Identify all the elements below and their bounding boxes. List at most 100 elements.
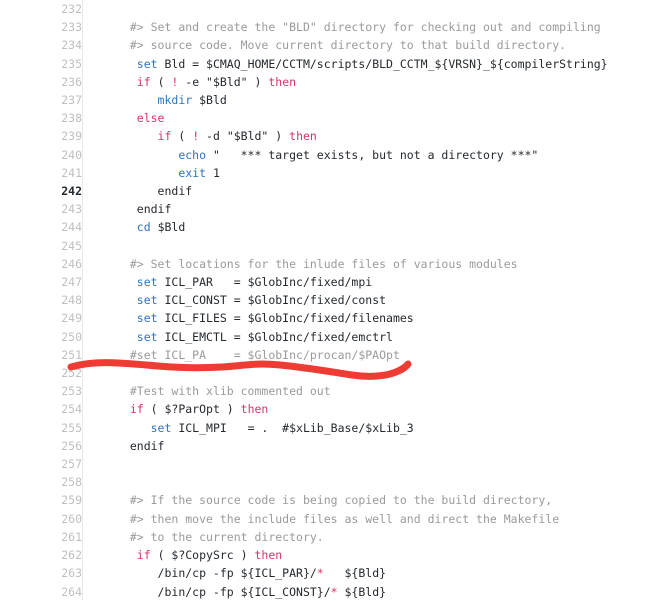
line-number[interactable]: 255	[0, 419, 92, 437]
line-number[interactable]: 250	[0, 328, 92, 346]
line-number[interactable]: 254	[0, 400, 92, 418]
code-line-content[interactable]: set ICL_CONST = $GlobInc/fixed/const	[92, 291, 656, 309]
code-line-content[interactable]: #> If the source code is being copied to…	[92, 491, 656, 509]
code-line-content[interactable]: set ICL_EMCTL = $GlobInc/fixed/emctrl	[92, 328, 656, 346]
line-number[interactable]: 260	[0, 510, 92, 528]
code-line-row[interactable]: 258	[0, 473, 656, 491]
line-number[interactable]: 239	[0, 127, 92, 145]
code-line-content[interactable]	[92, 473, 656, 491]
line-number[interactable]: 235	[0, 55, 92, 73]
code-line-row[interactable]: 240 echo " *** target exists, but not a …	[0, 146, 656, 164]
line-number[interactable]: 238	[0, 109, 92, 127]
line-number[interactable]: 258	[0, 473, 92, 491]
code-line-row[interactable]: 234 #> source code. Move current directo…	[0, 36, 656, 54]
line-number[interactable]: 252	[0, 364, 92, 382]
code-line-content[interactable]	[92, 455, 656, 473]
code-line-content[interactable]: endif	[92, 182, 656, 200]
code-line-content[interactable]: #> Set locations for the inlude files of…	[92, 255, 656, 273]
code-line-content[interactable]: exit 1	[92, 164, 656, 182]
code-line-content[interactable]: if ( $?ParOpt ) then	[92, 400, 656, 418]
code-line-content[interactable]: #> then move the include files as well a…	[92, 510, 656, 528]
code-line-content[interactable]: /bin/cp -fp ${ICL_PAR}/* ${Bld}	[92, 564, 656, 582]
code-line-row[interactable]: 245	[0, 237, 656, 255]
line-number[interactable]: 259	[0, 491, 92, 509]
code-line-row[interactable]: 247 set ICL_PAR = $GlobInc/fixed/mpi	[0, 273, 656, 291]
code-line-content[interactable]: #> Set and create the "BLD" directory fo…	[92, 18, 656, 36]
code-line-row[interactable]: 264 /bin/cp -fp ${ICL_CONST}/* ${Bld}	[0, 583, 656, 601]
code-line-content[interactable]: echo " *** target exists, but not a dire…	[92, 146, 656, 164]
code-line-row[interactable]: 233 #> Set and create the "BLD" director…	[0, 18, 656, 36]
line-number[interactable]: 253	[0, 382, 92, 400]
code-line-content[interactable]	[92, 237, 656, 255]
code-line-row[interactable]: 235 set Bld = $CMAQ_HOME/CCTM/scripts/BL…	[0, 55, 656, 73]
code-line-content[interactable]: #> to the current directory.	[92, 528, 656, 546]
line-number[interactable]: 261	[0, 528, 92, 546]
line-number[interactable]: 234	[0, 36, 92, 54]
code-line-content[interactable]: mkdir $Bld	[92, 91, 656, 109]
code-line-content[interactable]: set Bld = $CMAQ_HOME/CCTM/scripts/BLD_CC…	[92, 55, 656, 73]
code-line-row[interactable]: 232	[0, 0, 656, 18]
code-line-content[interactable]: if ( ! -d "$Bld" ) then	[92, 127, 656, 145]
code-line-content[interactable]: cd $Bld	[92, 218, 656, 236]
code-line-content[interactable]	[92, 364, 656, 382]
code-line-content[interactable]: endif	[92, 437, 656, 455]
line-number[interactable]: 248	[0, 291, 92, 309]
code-line-content[interactable]: else	[92, 109, 656, 127]
line-number[interactable]: 246	[0, 255, 92, 273]
line-number[interactable]: 264	[0, 583, 92, 601]
line-number[interactable]: 242	[0, 182, 92, 200]
line-number[interactable]: 244	[0, 218, 92, 236]
line-number[interactable]: 245	[0, 237, 92, 255]
line-number[interactable]: 251	[0, 346, 92, 364]
code-line-row[interactable]: 255 set ICL_MPI = . #$xLib_Base/$xLib_3	[0, 419, 656, 437]
code-line-row[interactable]: 260 #> then move the include files as we…	[0, 510, 656, 528]
code-line-row[interactable]: 254 if ( $?ParOpt ) then	[0, 400, 656, 418]
code-line-row[interactable]: 246 #> Set locations for the inlude file…	[0, 255, 656, 273]
code-line-row[interactable]: 244 cd $Bld	[0, 218, 656, 236]
line-number[interactable]: 237	[0, 91, 92, 109]
line-number[interactable]: 256	[0, 437, 92, 455]
code-line-row[interactable]: 257	[0, 455, 656, 473]
code-line-content[interactable]: set ICL_FILES = $GlobInc/fixed/filenames	[92, 309, 656, 327]
line-number[interactable]: 249	[0, 309, 92, 327]
code-line-row[interactable]: 237 mkdir $Bld	[0, 91, 656, 109]
line-number[interactable]: 232	[0, 0, 92, 18]
line-number[interactable]: 236	[0, 73, 92, 91]
line-number[interactable]: 243	[0, 200, 92, 218]
code-line-row[interactable]: 261 #> to the current directory.	[0, 528, 656, 546]
code-line-row[interactable]: 259 #> If the source code is being copie…	[0, 491, 656, 509]
code-line-row[interactable]: 248 set ICL_CONST = $GlobInc/fixed/const	[0, 291, 656, 309]
code-line-content[interactable]	[92, 0, 656, 18]
code-line-row[interactable]: 256 endif	[0, 437, 656, 455]
code-line-row[interactable]: 236 if ( ! -e "$Bld" ) then	[0, 73, 656, 91]
code-line-content[interactable]: #> source code. Move current directory t…	[92, 36, 656, 54]
code-line-row[interactable]: 252	[0, 364, 656, 382]
code-line-row[interactable]: 239 if ( ! -d "$Bld" ) then	[0, 127, 656, 145]
code-line-content[interactable]: #set ICL_PA = $GlobInc/procan/$PAOpt	[92, 346, 656, 364]
line-number[interactable]: 241	[0, 164, 92, 182]
code-line-content[interactable]: /bin/cp -fp ${ICL_CONST}/* ${Bld}	[92, 583, 656, 601]
code-line-row[interactable]: 263 /bin/cp -fp ${ICL_PAR}/* ${Bld}	[0, 564, 656, 582]
code-line-content[interactable]: set ICL_MPI = . #$xLib_Base/$xLib_3	[92, 419, 656, 437]
code-line-row[interactable]: 243 endif	[0, 200, 656, 218]
code-line-content[interactable]: set ICL_PAR = $GlobInc/fixed/mpi	[92, 273, 656, 291]
code-line-row[interactable]: 249 set ICL_FILES = $GlobInc/fixed/filen…	[0, 309, 656, 327]
code-line-row[interactable]: 238 else	[0, 109, 656, 127]
code-line-row[interactable]: 250 set ICL_EMCTL = $GlobInc/fixed/emctr…	[0, 328, 656, 346]
line-number[interactable]: 262	[0, 546, 92, 564]
code-line-content[interactable]: if ( ! -e "$Bld" ) then	[92, 73, 656, 91]
code-line-row[interactable]: 242 endif	[0, 182, 656, 200]
code-line-row[interactable]: 262 if ( $?CopySrc ) then	[0, 546, 656, 564]
code-line-row[interactable]: 241 exit 1	[0, 164, 656, 182]
line-number[interactable]: 247	[0, 273, 92, 291]
line-number[interactable]: 233	[0, 18, 92, 36]
line-number[interactable]: 257	[0, 455, 92, 473]
code-line-content[interactable]: if ( $?CopySrc ) then	[92, 546, 656, 564]
code-line-content[interactable]: endif	[92, 200, 656, 218]
code-line-row[interactable]: 253 #Test with xlib commented out	[0, 382, 656, 400]
line-number[interactable]: 240	[0, 146, 92, 164]
line-number[interactable]: 263	[0, 564, 92, 582]
code-line-row[interactable]: 251 #set ICL_PA = $GlobInc/procan/$PAOpt	[0, 346, 656, 364]
code-line-content[interactable]: #Test with xlib commented out	[92, 382, 656, 400]
